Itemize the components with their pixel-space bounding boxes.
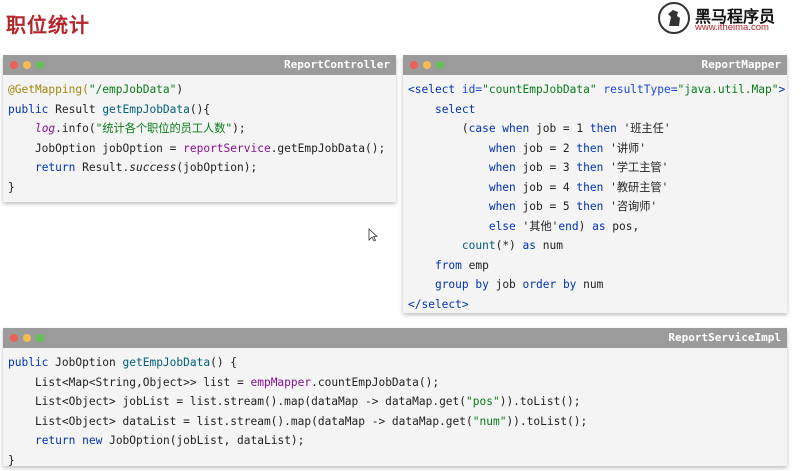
code-block: public JobOption getEmpJobData() { List<… [3, 348, 787, 470]
code-line: List<Object> jobList = list.stream().map… [8, 395, 581, 408]
report-service-impl-panel: ReportServiceImpl public JobOption getEm… [3, 328, 787, 467]
close-dot-icon[interactable] [410, 61, 418, 69]
code-line: <select id="countEmpJobData" resultType=… [408, 83, 786, 96]
code-line: return Result.success(jobOption); [34, 161, 258, 174]
code-block: @GetMapping("/empJobData") public Result … [3, 75, 396, 197]
minimize-dot-icon[interactable] [23, 334, 31, 342]
code-line: when job = 2 then '讲师' [488, 141, 646, 155]
code-block: <select id="countEmpJobData" resultType=… [403, 75, 787, 314]
code-line: public JobOption getEmpJobData() { [8, 356, 238, 369]
brand-url: www.itheima.com [695, 22, 769, 33]
code-line: when job = 5 then '咨询师' [488, 200, 658, 213]
maximize-dot-icon[interactable] [436, 61, 444, 69]
code-line: when job = 4 then '教研主管' [488, 180, 669, 194]
brand-logo-block: 黑马程序员 www.itheima.com [658, 2, 793, 34]
panel-titlebar: ReportController [3, 55, 396, 75]
panel-title: ReportMapper [701, 58, 781, 71]
panel-titlebar: ReportServiceImpl [3, 328, 787, 348]
slide-title: 职位统计 [6, 13, 90, 37]
code-line: </select> [408, 297, 469, 311]
mouse-cursor-icon [368, 228, 378, 242]
maximize-dot-icon[interactable] [36, 334, 44, 342]
code-line: return new JobOption(jobList, dataList); [34, 434, 305, 447]
close-dot-icon[interactable] [10, 61, 18, 69]
panel-title: ReportController [284, 58, 390, 71]
code-line: List<Object> dataList = list.stream().ma… [8, 414, 588, 428]
code-line: } [8, 180, 15, 194]
code-line: List<Map<String,Object>> list = empMappe… [8, 375, 440, 389]
code-line: else '其他'end) as pos, [488, 219, 640, 233]
code-line: @GetMapping("/empJobData") [8, 83, 184, 96]
horse-logo-icon [658, 2, 690, 34]
report-mapper-panel: ReportMapper <select id="countEmpJobData… [403, 55, 787, 313]
code-line: from emp [434, 258, 489, 272]
code-line: log.info("统计各个职位的员工人数"); [34, 122, 246, 135]
minimize-dot-icon[interactable] [23, 61, 31, 69]
report-controller-panel: ReportController @GetMapping("/empJobDat… [3, 55, 396, 242]
code-line: JobOption jobOption = reportService.getE… [8, 141, 386, 155]
code-line: count(*) as num [461, 239, 563, 252]
panel-title: ReportServiceImpl [668, 331, 781, 344]
code-line: (case when job = 1 then '班主任' [408, 122, 671, 135]
panel-titlebar: ReportMapper [403, 55, 787, 75]
code-line: group by job order by num [434, 278, 604, 291]
code-line: when job = 3 then '学工主管' [488, 161, 669, 174]
code-line: public Result getEmpJobData(){ [8, 102, 211, 116]
code-line: select [434, 102, 476, 116]
close-dot-icon[interactable] [10, 334, 18, 342]
code-line: } [8, 453, 15, 467]
minimize-dot-icon[interactable] [423, 61, 431, 69]
maximize-dot-icon[interactable] [36, 61, 44, 69]
